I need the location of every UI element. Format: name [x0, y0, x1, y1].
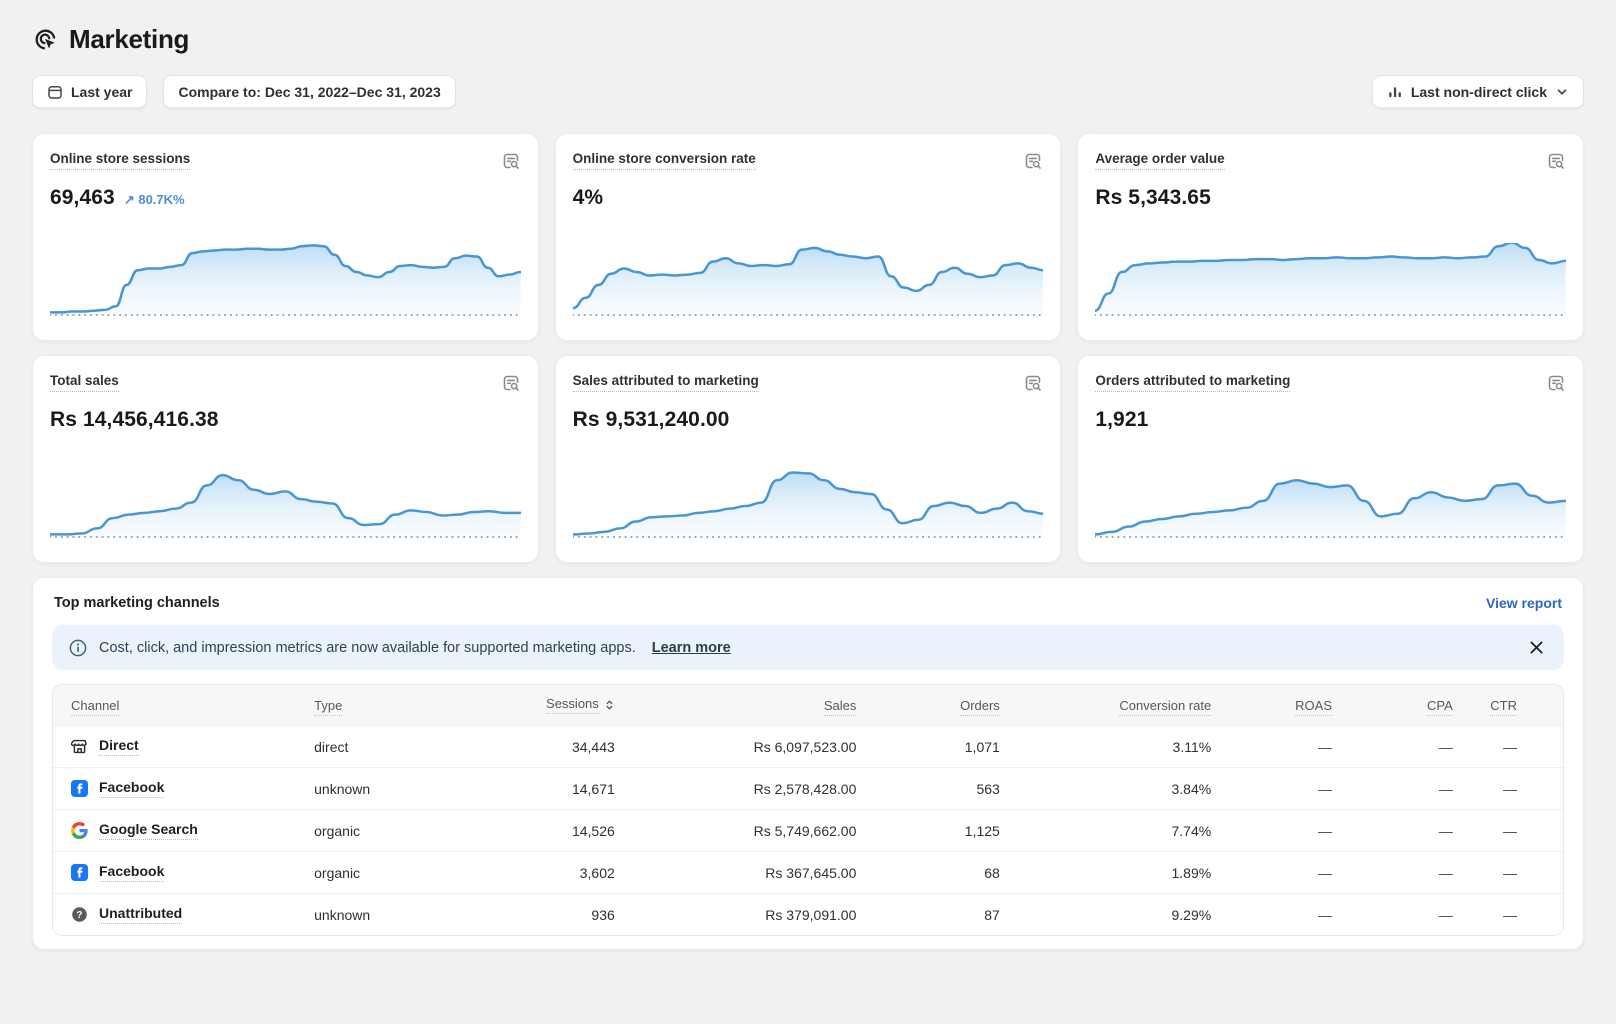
view-report-icon-button[interactable]	[1021, 371, 1045, 395]
attribution-model-dropdown[interactable]: Last non-direct click	[1372, 75, 1584, 109]
column-header-sessions-sort[interactable]: Sessions	[468, 685, 627, 725]
sparkline-chart	[1095, 465, 1566, 551]
channel-name[interactable]: Facebook	[99, 863, 164, 882]
column-header-conversion-rate[interactable]: Conversion rate	[1012, 685, 1223, 725]
sparkline-chart	[1095, 243, 1566, 329]
view-report-icon-button[interactable]	[499, 149, 523, 173]
table-row-facebook-unknown[interactable]: Facebook unknown 14,671 Rs 2,578,428.00 …	[53, 767, 1563, 809]
sort-icon	[604, 699, 615, 711]
column-header-roas[interactable]: ROAS	[1223, 685, 1344, 725]
top-marketing-channels-card: Top marketing channels View report Cost,…	[32, 577, 1584, 950]
sparkline-chart	[50, 465, 521, 551]
view-report-icon-button[interactable]	[1544, 149, 1568, 173]
channel-name[interactable]: Facebook	[99, 779, 164, 798]
google-icon	[71, 822, 88, 839]
metric-value: Rs 9,531,240.00	[573, 408, 730, 432]
svg-text:?: ?	[77, 910, 83, 921]
view-report-icon-button[interactable]	[499, 371, 523, 395]
report-magnify-icon	[1546, 373, 1566, 393]
report-magnify-icon	[1023, 151, 1043, 171]
metric-title[interactable]: Online store sessions	[50, 151, 190, 170]
report-magnify-icon	[501, 151, 521, 171]
metric-title[interactable]: Total sales	[50, 373, 119, 392]
channels-table: Channel Type Sessions	[52, 684, 1564, 936]
column-header-ctr[interactable]: CTR	[1465, 685, 1563, 725]
info-icon	[68, 638, 88, 658]
table-row-unattributed[interactable]: ? Unattributed unknown 936 Rs 379,091.00…	[53, 893, 1563, 935]
metric-card-sales-attributed: Sales attributed to marketing Rs 9,531,2…	[555, 355, 1062, 563]
channel-name[interactable]: Unattributed	[99, 905, 182, 924]
table-row-facebook-organic[interactable]: Facebook organic 3,602 Rs 367,645.00 68 …	[53, 851, 1563, 893]
view-report-link[interactable]: View report	[1486, 595, 1562, 611]
metric-value: 69,463	[50, 186, 115, 210]
bar-chart-icon	[1387, 84, 1403, 100]
sparkline-chart	[573, 465, 1044, 551]
metric-value: 4%	[573, 186, 604, 210]
metric-title[interactable]: Orders attributed to marketing	[1095, 373, 1290, 392]
channel-name[interactable]: Google Search	[99, 821, 198, 840]
marketing-target-cursor-icon	[32, 26, 59, 53]
table-row-direct[interactable]: Direct direct 34,443 Rs 6,097,523.00 1,0…	[53, 725, 1563, 767]
metric-card-online-store-sessions: Online store sessions 69,463 ↗ 80.7K%	[32, 133, 539, 341]
metric-cards-grid: Online store sessions 69,463 ↗ 80.7K% On…	[32, 133, 1584, 563]
channels-card-title: Top marketing channels	[54, 595, 220, 611]
compare-to-button[interactable]: Compare to: Dec 31, 2022–Dec 31, 2023	[163, 75, 455, 109]
banner-close-button[interactable]	[1525, 636, 1548, 659]
metric-change-badge: ↗ 80.7K%	[124, 192, 185, 208]
compare-to-label: Compare to: Dec 31, 2022–Dec 31, 2023	[178, 84, 440, 100]
metric-title[interactable]: Average order value	[1095, 151, 1224, 170]
metric-title[interactable]: Online store conversion rate	[573, 151, 756, 170]
sparkline-chart	[573, 243, 1044, 329]
metric-card-total-sales: Total sales Rs 14,456,416.38	[32, 355, 539, 563]
table-header-row: Channel Type Sessions	[53, 685, 1563, 725]
view-report-icon-button[interactable]	[1544, 371, 1568, 395]
metric-value: Rs 5,343.65	[1095, 186, 1211, 210]
question-icon: ?	[71, 906, 88, 923]
storefront-icon	[71, 738, 88, 755]
column-header-sales[interactable]: Sales	[627, 685, 869, 725]
column-header-cpa[interactable]: CPA	[1344, 685, 1465, 725]
table-row-google-search[interactable]: Google Search organic 14,526 Rs 5,749,66…	[53, 809, 1563, 851]
date-range-button[interactable]: Last year	[32, 75, 147, 109]
column-header-type[interactable]: Type	[302, 685, 468, 725]
metric-card-conversion-rate: Online store conversion rate 4%	[555, 133, 1062, 341]
calendar-icon	[47, 84, 63, 100]
page-title: Marketing	[69, 24, 189, 55]
marketing-page: Marketing Last year Compare to: Dec 31, …	[0, 0, 1616, 1024]
metric-value: Rs 14,456,416.38	[50, 408, 219, 432]
toolbar-filters: Last year Compare to: Dec 31, 2022–Dec 3…	[32, 75, 456, 109]
metric-title[interactable]: Sales attributed to marketing	[573, 373, 759, 392]
attribution-model-label: Last non-direct click	[1411, 84, 1547, 100]
info-banner-text: Cost, click, and impression metrics are …	[99, 640, 636, 656]
info-banner: Cost, click, and impression metrics are …	[52, 625, 1564, 670]
chevron-down-icon	[1555, 85, 1569, 99]
channel-name[interactable]: Direct	[99, 737, 139, 756]
toolbar: Last year Compare to: Dec 31, 2022–Dec 3…	[32, 75, 1584, 109]
close-icon	[1529, 640, 1544, 655]
report-magnify-icon	[1546, 151, 1566, 171]
column-header-channel[interactable]: Channel	[53, 685, 302, 725]
report-magnify-icon	[501, 373, 521, 393]
view-report-icon-button[interactable]	[1021, 149, 1045, 173]
page-header: Marketing	[32, 24, 1584, 55]
metric-card-orders-attributed: Orders attributed to marketing 1,921	[1077, 355, 1584, 563]
metric-card-average-order-value: Average order value Rs 5,343.65	[1077, 133, 1584, 341]
column-header-orders[interactable]: Orders	[868, 685, 1011, 725]
metric-value: 1,921	[1095, 408, 1148, 432]
learn-more-link[interactable]: Learn more	[652, 640, 731, 656]
date-range-label: Last year	[71, 84, 132, 100]
report-magnify-icon	[1023, 373, 1043, 393]
facebook-icon	[71, 780, 88, 797]
sparkline-chart	[50, 243, 521, 329]
facebook-icon	[71, 864, 88, 881]
